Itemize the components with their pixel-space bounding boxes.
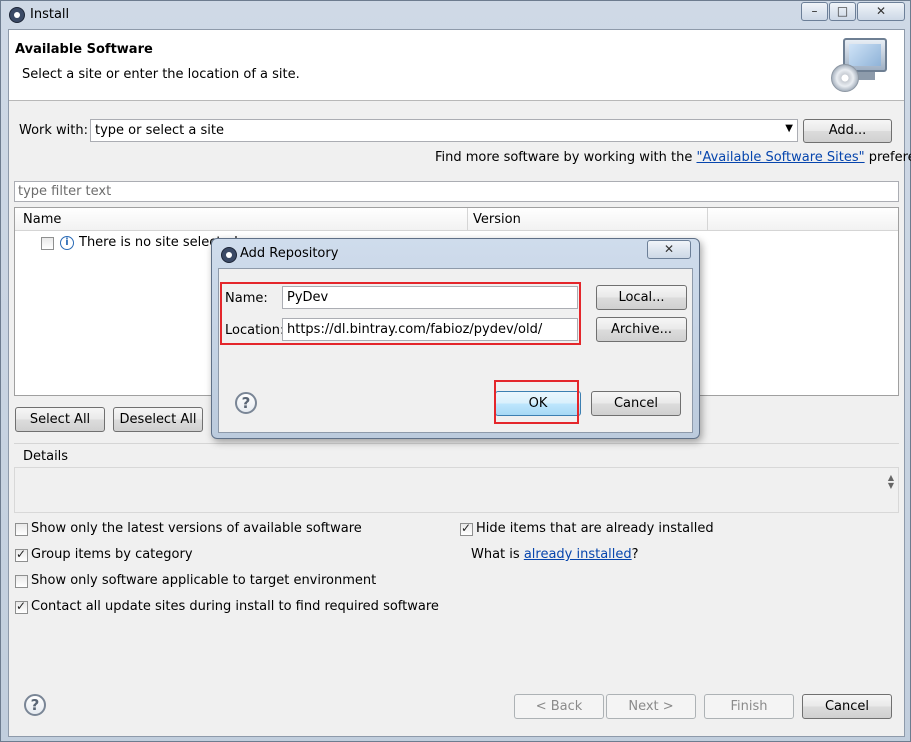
what-is-prefix: What is (471, 547, 524, 562)
eclipse-app-icon (9, 7, 25, 23)
details-divider (14, 443, 899, 445)
page-title: Available Software (15, 42, 153, 57)
dialog-cancel-button[interactable]: Cancel (591, 391, 681, 416)
cancel-button[interactable]: Cancel (802, 694, 892, 719)
close-button[interactable]: ✕ (857, 2, 905, 21)
show-latest-label: Show only the latest versions of availab… (31, 521, 362, 536)
window-title: Install (30, 7, 70, 22)
column-separator (707, 208, 708, 230)
minimize-button[interactable]: – (801, 2, 828, 21)
install-banner-icon (831, 36, 891, 94)
dialog-body: Name: PyDev Location: https://dl.bintray… (218, 268, 693, 433)
next-button[interactable]: Next > (606, 694, 696, 719)
details-label: Details (23, 449, 69, 464)
help-icon[interactable]: ? (235, 392, 257, 414)
ok-highlight (494, 380, 579, 424)
select-all-button[interactable]: Select All (15, 407, 105, 432)
finish-button[interactable]: Finish (704, 694, 794, 719)
column-separator (467, 208, 468, 230)
local-button[interactable]: Local... (596, 285, 687, 310)
group-by-category-checkbox[interactable] (15, 547, 28, 562)
dialog-close-button[interactable]: ✕ (647, 240, 691, 259)
column-header-version[interactable]: Version (473, 212, 521, 227)
dialog-title: Add Repository (240, 246, 339, 261)
table-header: Name Version (15, 208, 898, 231)
what-is-suffix: ? (631, 547, 639, 562)
work-with-label: Work with: (19, 123, 89, 138)
eclipse-app-icon (221, 247, 237, 263)
find-more-text: Find more software by working with the "… (435, 150, 911, 165)
wizard-header: Available Software Select a site or ente… (9, 30, 904, 101)
filter-input[interactable]: type filter text (14, 181, 899, 202)
contact-all-sites-checkbox[interactable] (15, 599, 28, 614)
hide-installed-checkbox[interactable] (460, 521, 473, 536)
title-bar[interactable]: Install – □ ✕ (1, 1, 910, 29)
help-icon[interactable]: ? (24, 694, 46, 716)
archive-button[interactable]: Archive... (596, 317, 687, 342)
group-by-category-label: Group items by category (31, 547, 193, 562)
deselect-all-button[interactable]: Deselect All (113, 407, 203, 432)
monitor-stand (857, 72, 875, 80)
add-repository-dialog: Add Repository ✕ Name: PyDev Location: h… (211, 238, 700, 439)
work-with-value: type or select a site (95, 123, 224, 138)
show-latest-checkbox[interactable] (15, 523, 28, 536)
what-is-installed-text: What is already installed? (471, 547, 639, 562)
find-more-suffix: preferences. (868, 150, 911, 165)
scroll-arrows-icon[interactable]: ▲ ▼ (888, 474, 894, 490)
contact-all-sites-label: Contact all update sites during install … (31, 599, 439, 614)
available-software-sites-link[interactable]: "Available Software Sites" (697, 150, 865, 165)
column-header-name[interactable]: Name (23, 212, 61, 227)
row-checkbox[interactable] (41, 237, 54, 250)
details-area: ▲ ▼ (14, 467, 899, 513)
find-more-prefix: Find more software by working with the (435, 150, 697, 165)
hide-installed-label: Hide items that are already installed (476, 521, 714, 536)
info-icon: i (60, 236, 74, 250)
add-site-button[interactable]: Add... (803, 119, 892, 143)
work-with-combo[interactable]: type or select a site ▼ (90, 119, 798, 142)
show-applicable-label: Show only software applicable to target … (31, 573, 377, 588)
already-installed-link[interactable]: already installed (524, 547, 632, 562)
cd-disc-icon (831, 64, 859, 92)
name-location-highlight (220, 282, 581, 345)
back-button[interactable]: < Back (514, 694, 604, 719)
maximize-button[interactable]: □ (829, 2, 856, 21)
page-subtitle: Select a site or enter the location of a… (22, 67, 300, 82)
chevron-down-icon[interactable]: ▼ (785, 123, 793, 134)
show-applicable-checkbox[interactable] (15, 575, 28, 588)
